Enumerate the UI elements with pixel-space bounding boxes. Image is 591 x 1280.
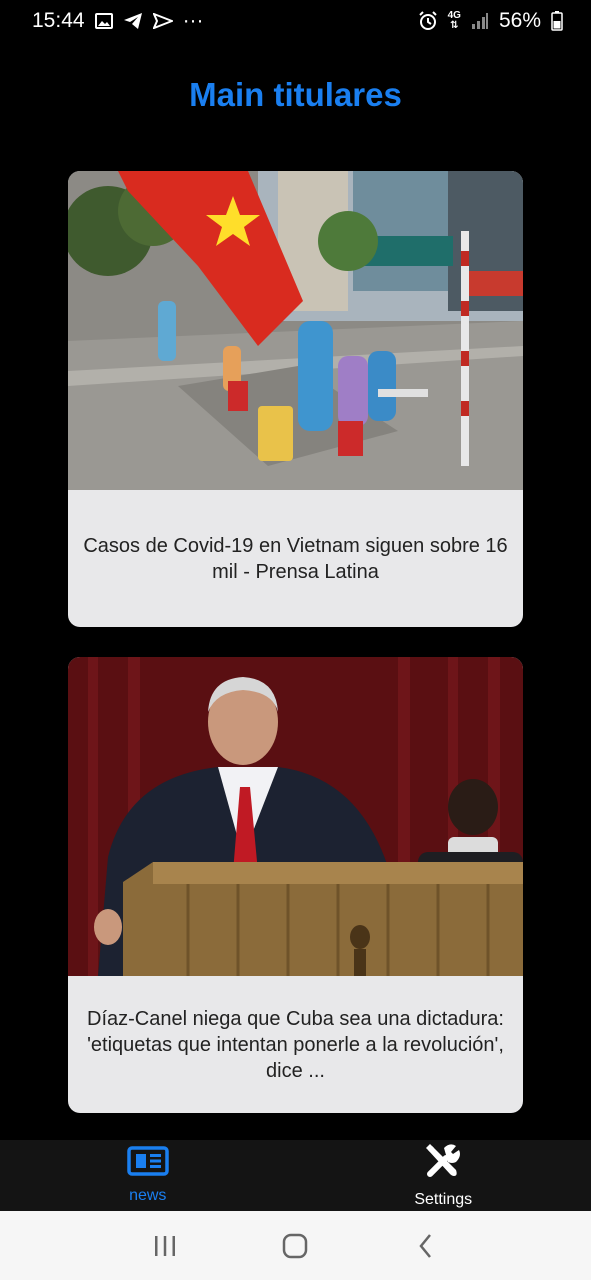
signal-icon <box>471 12 489 30</box>
status-time: 15:44 <box>32 9 85 32</box>
nav-item-news[interactable]: news <box>0 1140 296 1211</box>
tools-icon <box>424 1142 462 1185</box>
system-navigation-bar <box>0 1211 591 1280</box>
recent-apps-button[interactable] <box>145 1226 185 1266</box>
battery-icon <box>551 11 563 31</box>
article-headline: Díaz-Canel niega que Cuba sea una dictad… <box>87 1007 504 1082</box>
back-button[interactable] <box>406 1226 446 1266</box>
nav-label-news: news <box>129 1187 167 1204</box>
page-title: Main titulares <box>189 76 402 113</box>
diaz-canel-podium-photo <box>68 657 523 976</box>
bottom-navigation: news Settings <box>0 1140 591 1211</box>
battery-percent: 56% <box>498 9 541 32</box>
telegram-icon <box>123 12 143 30</box>
status-more: ··· <box>182 9 204 32</box>
alarm-icon <box>418 11 438 31</box>
vietnam-covid-testing-photo <box>68 171 523 490</box>
status-bar: 15:44 ··· 4G ⇅ 56% <box>0 0 591 42</box>
app-screen: 15:44 ··· 4G ⇅ 56% Main titulares Casos … <box>0 0 591 1280</box>
image-icon <box>94 13 113 29</box>
status-left: 15:44 ··· <box>32 9 204 33</box>
status-right: 4G ⇅ 56% <box>418 9 563 33</box>
send-icon <box>152 13 173 29</box>
network-4g-icon: 4G ⇅ <box>448 11 461 31</box>
news-card[interactable]: Casos de Covid-19 en Vietnam siguen sobr… <box>68 171 523 627</box>
article-headline: Casos de Covid-19 en Vietnam siguen sobr… <box>83 534 508 583</box>
newspaper-icon <box>127 1146 169 1181</box>
nav-item-settings[interactable]: Settings <box>296 1140 591 1211</box>
nav-label-settings: Settings <box>414 1191 473 1208</box>
news-card[interactable]: Díaz-Canel niega que Cuba sea una dictad… <box>68 657 523 1113</box>
data-arrows: ⇅ <box>450 20 459 31</box>
home-button[interactable] <box>275 1226 315 1266</box>
